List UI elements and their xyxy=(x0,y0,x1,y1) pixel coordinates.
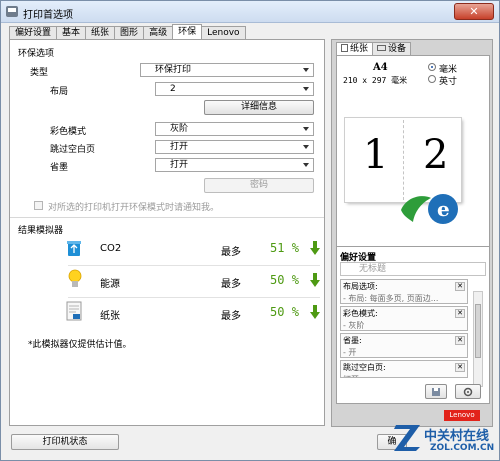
tab-preview-device[interactable]: 设备 xyxy=(372,42,412,55)
simulator-row-co2: CO2 最多 51 % xyxy=(14,234,320,264)
pref-item-toner-save[interactable]: 省墨: - 开 ✕ xyxy=(340,333,468,358)
light-bulb-icon xyxy=(68,269,82,287)
page-number-2: 2 xyxy=(423,132,449,178)
tab-strip: 偏好设置 基本 纸张 图形 高级 环保 Lenovo xyxy=(9,24,246,40)
password-button[interactable]: 密码 xyxy=(204,178,314,193)
pref-item-skip-blank[interactable]: 跳过空白页: 打开 ✕ xyxy=(340,360,468,378)
page-preview: A4 210 x 297 毫米 毫米 英寸 1 2 e xyxy=(336,55,490,277)
co2-label: CO2 xyxy=(100,243,122,254)
pref-item-layout[interactable]: 布局选项: - 布局: 每面多页, 页面边... ✕ xyxy=(340,279,468,304)
paper-dimensions: 210 x 297 毫米 xyxy=(343,76,408,85)
watermark-text-en: ZOL.COM.CN xyxy=(430,443,495,453)
unit-mm-radio[interactable] xyxy=(428,63,436,71)
eco-logo-icon: e xyxy=(401,194,458,224)
paper-most: 最多 xyxy=(221,311,241,322)
remove-icon[interactable]: ✕ xyxy=(455,309,465,318)
arrow-down-icon xyxy=(310,241,320,255)
watermark-text-cn: 中关村在线 xyxy=(424,429,490,444)
toner-save-label: 省墨 xyxy=(50,163,69,173)
chevron-down-icon xyxy=(303,163,309,167)
paper-size-label: A4 xyxy=(373,62,388,73)
preview-tab-strip: 纸张 设备 xyxy=(336,42,412,55)
svg-text:e: e xyxy=(437,197,450,221)
watermark: 中关村在线 ZOL.COM.CN xyxy=(394,419,498,459)
close-button[interactable]: ✕ xyxy=(454,3,494,20)
paper-percent: 50 % xyxy=(270,305,299,319)
printer-icon xyxy=(377,45,387,51)
simulator-row-energy: 能源 最多 50 % xyxy=(14,266,320,296)
type-label: 类型 xyxy=(30,68,49,78)
printer-icon xyxy=(6,6,18,17)
chevron-down-icon xyxy=(303,145,309,149)
energy-most: 最多 xyxy=(221,279,241,290)
type-select[interactable]: 环保打印 xyxy=(140,63,314,77)
color-mode-select-value: 灰阶 xyxy=(170,124,189,134)
skip-blank-select-value: 打开 xyxy=(170,142,189,152)
co2-most: 最多 xyxy=(221,247,241,258)
layout-label: 布局 xyxy=(50,87,69,97)
paper-label: 纸张 xyxy=(100,311,120,322)
preferences-box: 偏好设置 无标题 布局选项: - 布局: 每面多页, 页面边... ✕ 彩色模式… xyxy=(336,246,490,404)
arrow-down-icon xyxy=(310,273,320,287)
divider xyxy=(10,217,324,218)
save-icon xyxy=(432,388,440,396)
printer-preferences-window: 打印首选项 ✕ 偏好设置 基本 纸张 图形 高级 环保 Lenovo 环保选项 … xyxy=(0,0,500,461)
save-preference-button[interactable] xyxy=(425,384,447,399)
pref-item-color-mode[interactable]: 彩色模式: - 灰阶 ✕ xyxy=(340,306,468,331)
chevron-down-icon xyxy=(303,68,309,72)
tab-advanced[interactable]: 高级 xyxy=(143,26,174,40)
remove-icon[interactable]: ✕ xyxy=(455,336,465,345)
toner-save-select-value: 打开 xyxy=(170,160,189,170)
page-icon xyxy=(341,44,348,52)
tab-basic[interactable]: 基本 xyxy=(56,26,87,40)
notify-checkbox-label: 对所选的打印机打开环保模式时请通知我。 xyxy=(48,203,220,213)
remove-icon[interactable]: ✕ xyxy=(455,282,465,291)
tab-graphics[interactable]: 图形 xyxy=(114,26,145,40)
energy-percent: 50 % xyxy=(270,273,299,287)
settings-icon xyxy=(463,387,473,397)
tab-preferences[interactable]: 偏好设置 xyxy=(9,26,58,40)
page-number-1: 1 xyxy=(363,132,389,178)
tab-preview-paper[interactable]: 纸张 xyxy=(336,42,374,55)
printer-status-button[interactable]: 打印机状态 xyxy=(11,434,119,450)
tab-paper[interactable]: 纸张 xyxy=(85,26,116,40)
chevron-down-icon xyxy=(303,87,309,91)
simulator-row-paper: 纸张 最多 50 % xyxy=(14,298,320,328)
tab-eco[interactable]: 环保 xyxy=(172,24,203,40)
layout-select[interactable]: 2 xyxy=(155,82,314,96)
color-mode-select[interactable]: 灰阶 xyxy=(155,122,314,136)
window-title: 打印首选项 xyxy=(23,10,73,21)
toner-save-select[interactable]: 打开 xyxy=(155,158,314,172)
skip-blank-select[interactable]: 打开 xyxy=(155,140,314,154)
scrollbar-thumb[interactable] xyxy=(475,304,481,358)
energy-label: 能源 xyxy=(100,279,120,290)
skip-blank-label: 跳过空白页 xyxy=(50,145,96,155)
simulator-note: *此模拟器仅提供估计值。 xyxy=(28,340,132,350)
title-bar: 打印首选项 ✕ xyxy=(1,1,499,23)
co2-percent: 51 % xyxy=(270,241,299,255)
unit-inch-label: 英寸 xyxy=(439,77,458,87)
favorite-name-input[interactable]: 无标题 xyxy=(340,262,486,276)
notify-checkbox[interactable] xyxy=(34,201,43,210)
zol-logo-icon xyxy=(394,425,420,451)
color-mode-label: 彩色模式 xyxy=(50,127,87,137)
tab-lenovo[interactable]: Lenovo xyxy=(201,26,246,40)
type-select-value: 环保打印 xyxy=(155,65,192,75)
delete-preference-button[interactable] xyxy=(455,384,481,399)
layout-select-value: 2 xyxy=(170,84,176,94)
recycle-bin-icon xyxy=(67,241,81,256)
paper-sheet-icon xyxy=(66,301,82,321)
preferences-scrollbar[interactable] xyxy=(473,291,483,387)
eco-settings-panel: 环保选项 类型 环保打印 布局 2 详细信息 彩色模式 灰阶 跳过空白页 打开 … xyxy=(9,39,325,426)
arrow-down-icon xyxy=(310,305,320,319)
details-button[interactable]: 详细信息 xyxy=(204,100,314,115)
preview-panel: 纸张 设备 A4 210 x 297 毫米 毫米 英寸 1 2 e 偏好设置 无 xyxy=(331,39,493,427)
chevron-down-icon xyxy=(303,127,309,131)
unit-inch-radio[interactable] xyxy=(428,75,436,83)
eco-options-heading: 环保选项 xyxy=(18,49,55,59)
remove-icon[interactable]: ✕ xyxy=(455,363,465,372)
